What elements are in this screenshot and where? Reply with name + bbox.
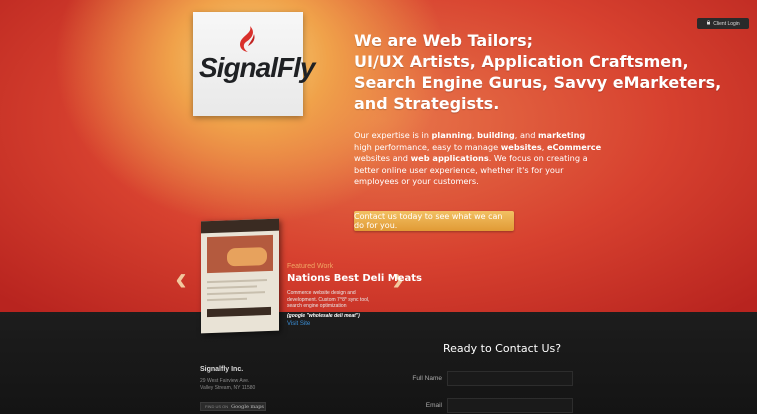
thumb-text-line (207, 285, 257, 290)
client-login-label: Client Login (713, 20, 740, 27)
visit-site-link[interactable]: Visit Site (287, 321, 310, 327)
headline-line: UI/UX Artists, Application Craftsmen, (354, 52, 689, 71)
hero-section: Client Login SignalFly We are Web Tailor… (0, 0, 757, 312)
hero-intro: Our expertise is in planning, building, … (354, 130, 602, 186)
contact-title: Ready to Contact Us? (443, 342, 562, 355)
client-login-button[interactable]: Client Login (697, 18, 749, 29)
email-input[interactable] (447, 398, 573, 413)
headline-line: Search Engine Gurus, Savvy eMarketers, (354, 73, 722, 92)
prev-arrow-icon[interactable]: ‹ (172, 262, 190, 296)
logo-card[interactable]: SignalFly (193, 12, 315, 116)
company-address: 29 West Fairview Ave. Valley Stream, NY … (200, 378, 255, 392)
logo-text: SignalFly (199, 52, 315, 83)
company-name: Signalfly Inc. (200, 366, 244, 373)
featured-work-thumbnail[interactable] (201, 218, 279, 334)
gmaps-brand: Google maps (231, 403, 264, 410)
footer-section (0, 312, 757, 414)
featured-work-query: (google "wholesale deli meat") (287, 313, 360, 319)
featured-work-label: Featured Work (287, 263, 334, 270)
thumb-text-line (207, 291, 265, 296)
thumb-header (201, 218, 279, 234)
contact-cta-button[interactable]: Contact us today to see what we can do f… (354, 211, 514, 231)
google-maps-button[interactable]: FIND US ON Google maps (200, 402, 266, 411)
full-name-input[interactable] (447, 371, 573, 386)
hero-headline: We are Web Tailors; UI/UX Artists, Appli… (354, 30, 722, 114)
address-line: 29 West Fairview Ave. (200, 378, 250, 384)
lock-icon (706, 20, 711, 27)
featured-work-description: Commerce website design and development.… (287, 290, 370, 309)
headline-line: We are Web Tailors; (354, 31, 533, 50)
thumb-text-line (207, 279, 267, 284)
address-line: Valley Stream, NY 11580 (200, 385, 256, 391)
thumb-footer (207, 306, 271, 318)
featured-work-title: Nations Best Deli Meats (287, 273, 422, 284)
sandwich-image (227, 247, 267, 267)
flame-icon (240, 26, 255, 52)
email-label: Email (425, 402, 442, 409)
headline-line: and Strategists. (354, 94, 500, 113)
full-name-label: Full Name (412, 375, 442, 382)
thumb-text-line (207, 297, 247, 302)
gmaps-prefix: FIND US ON (205, 404, 229, 409)
